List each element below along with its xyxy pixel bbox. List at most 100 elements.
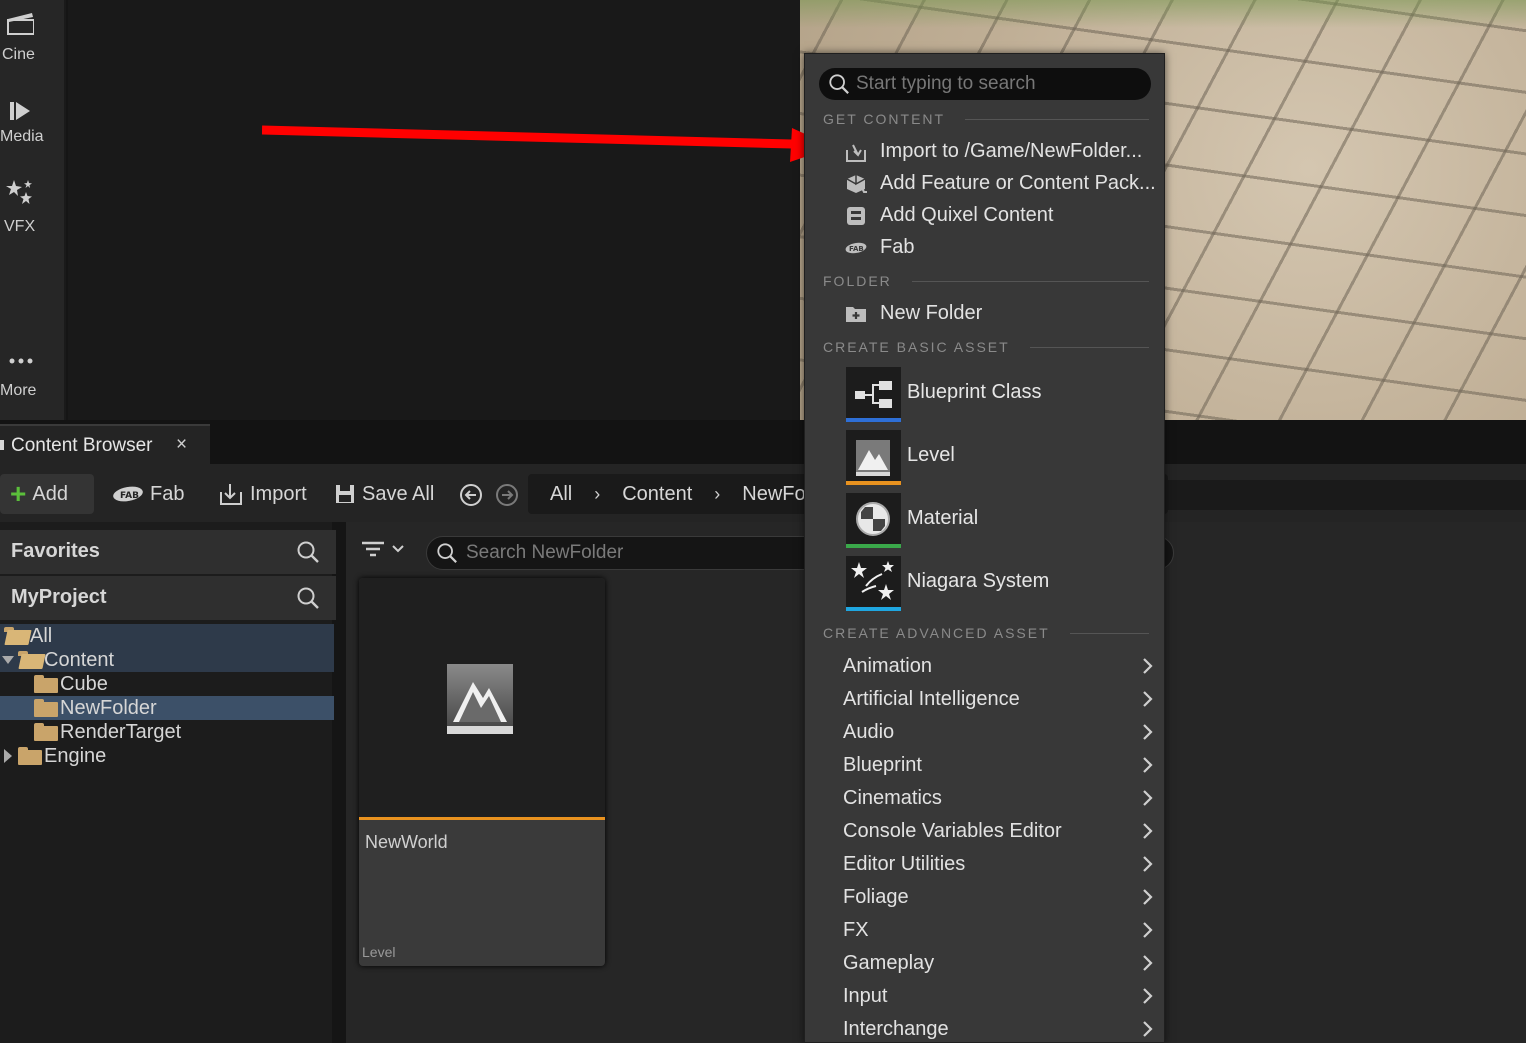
tree-item-rendertarget[interactable]: RenderTarget xyxy=(0,720,334,744)
tree-item-newfolder[interactable]: NewFolder xyxy=(0,696,334,720)
folder-icon xyxy=(34,675,58,693)
advanced-asset-label: Foliage xyxy=(843,885,909,908)
level-icon xyxy=(846,430,901,485)
advanced-asset-label: Console Variables Editor xyxy=(843,819,1062,842)
ellipsis-icon xyxy=(9,358,33,364)
search-icon xyxy=(829,74,849,94)
advanced-asset-console-variables-editor[interactable]: Console Variables Editor xyxy=(843,817,1155,845)
tree-item-engine[interactable]: Engine xyxy=(0,744,334,768)
search-icon[interactable] xyxy=(296,586,320,610)
menu-item-fab[interactable]: FAB Fab xyxy=(845,233,1161,261)
basic-asset-blueprint-class[interactable]: Blueprint Class xyxy=(846,367,1156,422)
advanced-asset-audio[interactable]: Audio xyxy=(843,718,1155,746)
section-label: GET CONTENT xyxy=(823,111,946,127)
section-label: CREATE BASIC ASSET xyxy=(823,339,1010,355)
niagara-icon xyxy=(846,556,901,611)
import-button[interactable]: Import xyxy=(218,474,307,514)
import-icon xyxy=(846,144,866,162)
chevron-right-icon xyxy=(1143,724,1153,740)
section-create-basic: CREATE BASIC ASSET xyxy=(823,339,1149,355)
menu-item-new-folder[interactable]: New Folder xyxy=(845,299,1161,327)
close-icon[interactable]: × xyxy=(176,434,187,456)
tool-label: VFX xyxy=(4,218,36,235)
advanced-asset-fx[interactable]: FX xyxy=(843,916,1155,944)
basic-asset-label: Material xyxy=(907,507,979,529)
asset-tile-newworld[interactable]: NewWorld Level xyxy=(359,578,605,966)
section-folder: FOLDER xyxy=(823,273,1149,289)
menu-item-import[interactable]: Import to /Game/NewFolder... xyxy=(845,137,1161,165)
add-button[interactable]: + Add xyxy=(0,474,94,514)
search-icon[interactable] xyxy=(296,540,320,564)
svg-text:FAB: FAB xyxy=(120,491,139,501)
breadcrumb-all[interactable]: All xyxy=(550,483,572,506)
tree-label: All xyxy=(30,624,53,647)
advanced-asset-animation[interactable]: Animation xyxy=(843,652,1155,680)
tree-item-all[interactable]: All xyxy=(0,624,334,648)
caret-right-icon[interactable] xyxy=(4,749,12,763)
caret-down-icon[interactable] xyxy=(2,656,14,664)
advanced-asset-editor-utilities[interactable]: Editor Utilities xyxy=(843,850,1155,878)
chevron-right-icon[interactable]: › xyxy=(594,484,600,505)
tab-title: Content Browser xyxy=(11,435,153,456)
content-browser-toolbar: + Add FAB Fab Import Save All All › Cont… xyxy=(0,464,1526,522)
asset-color-bar xyxy=(846,418,901,422)
chevron-right-icon[interactable]: › xyxy=(714,484,720,505)
path-field[interactable] xyxy=(1168,480,1526,510)
basic-asset-niagara-system[interactable]: Niagara System xyxy=(846,556,1156,611)
chevron-right-icon xyxy=(1143,988,1153,1004)
tool-media[interactable]: Media xyxy=(0,92,66,154)
fab-icon: FAB xyxy=(845,242,867,254)
tool-cine[interactable]: Cine xyxy=(0,4,66,70)
advanced-asset-cinematics[interactable]: Cinematics xyxy=(843,784,1155,812)
forward-arrow-icon[interactable] xyxy=(495,483,519,507)
fab-button[interactable]: FAB Fab xyxy=(112,474,184,514)
chevron-right-icon xyxy=(1143,790,1153,806)
folder-icon xyxy=(34,723,58,741)
folder-open-icon xyxy=(4,627,28,645)
advanced-asset-input[interactable]: Input xyxy=(843,982,1155,1010)
asset-color-bar xyxy=(846,481,901,485)
advanced-asset-blueprint[interactable]: Blueprint xyxy=(843,751,1155,779)
red-arrow-icon xyxy=(262,125,834,162)
tab-content-browser[interactable]: Content Browser × xyxy=(0,424,210,464)
advanced-asset-artificial-intelligence[interactable]: Artificial Intelligence xyxy=(843,685,1155,713)
advanced-asset-label: Cinematics xyxy=(843,786,942,809)
project-header[interactable]: MyProject xyxy=(0,576,336,620)
tool-vfx[interactable]: VFX xyxy=(0,176,66,242)
menu-search-input[interactable]: Start typing to search xyxy=(819,68,1151,100)
tool-more[interactable]: More xyxy=(0,344,66,404)
level-icon xyxy=(447,664,513,734)
add-label: Add xyxy=(32,482,68,505)
chevron-right-icon xyxy=(1143,658,1153,674)
section-create-advanced: CREATE ADVANCED ASSET xyxy=(823,625,1149,641)
back-arrow-icon[interactable] xyxy=(459,483,483,507)
advanced-asset-gameplay[interactable]: Gameplay xyxy=(843,949,1155,977)
save-all-button[interactable]: Save All xyxy=(334,474,434,514)
chevron-right-icon xyxy=(1143,691,1153,707)
menu-item-feature-pack[interactable]: Add Feature or Content Pack... xyxy=(845,169,1161,197)
tree-label: RenderTarget xyxy=(60,720,182,743)
sparkle-stars-icon xyxy=(6,180,32,204)
breadcrumb-content[interactable]: Content xyxy=(622,483,692,506)
advanced-asset-foliage[interactable]: Foliage xyxy=(843,883,1155,911)
advanced-asset-label: Gameplay xyxy=(843,951,935,974)
favorites-header[interactable]: Favorites xyxy=(0,530,336,574)
tree-label: NewFolder xyxy=(60,696,157,719)
basic-asset-material[interactable]: Material xyxy=(846,493,1156,548)
tree-label: Engine xyxy=(44,744,107,767)
asset-name: NewWorld xyxy=(365,832,448,852)
section-get-content: GET CONTENT xyxy=(823,111,1149,127)
tree-item-content[interactable]: Content xyxy=(0,648,334,672)
chevron-right-icon xyxy=(1143,1021,1153,1037)
tool-label: More xyxy=(0,382,37,399)
advanced-asset-label: Blueprint xyxy=(843,753,922,776)
menu-item-quixel[interactable]: Add Quixel Content xyxy=(845,201,1161,229)
tree-item-cube[interactable]: Cube xyxy=(0,672,334,696)
advanced-asset-interchange[interactable]: Interchange xyxy=(843,1015,1155,1043)
mode-toolbar: Cine Media VFX More xyxy=(0,0,66,420)
media-play-icon xyxy=(10,102,30,120)
basic-asset-level[interactable]: Level xyxy=(846,430,1156,485)
sources-panel: Favorites MyProject All Content Cube New… xyxy=(0,522,338,1043)
folder-open-icon xyxy=(18,651,42,669)
filter-button[interactable] xyxy=(360,538,406,560)
